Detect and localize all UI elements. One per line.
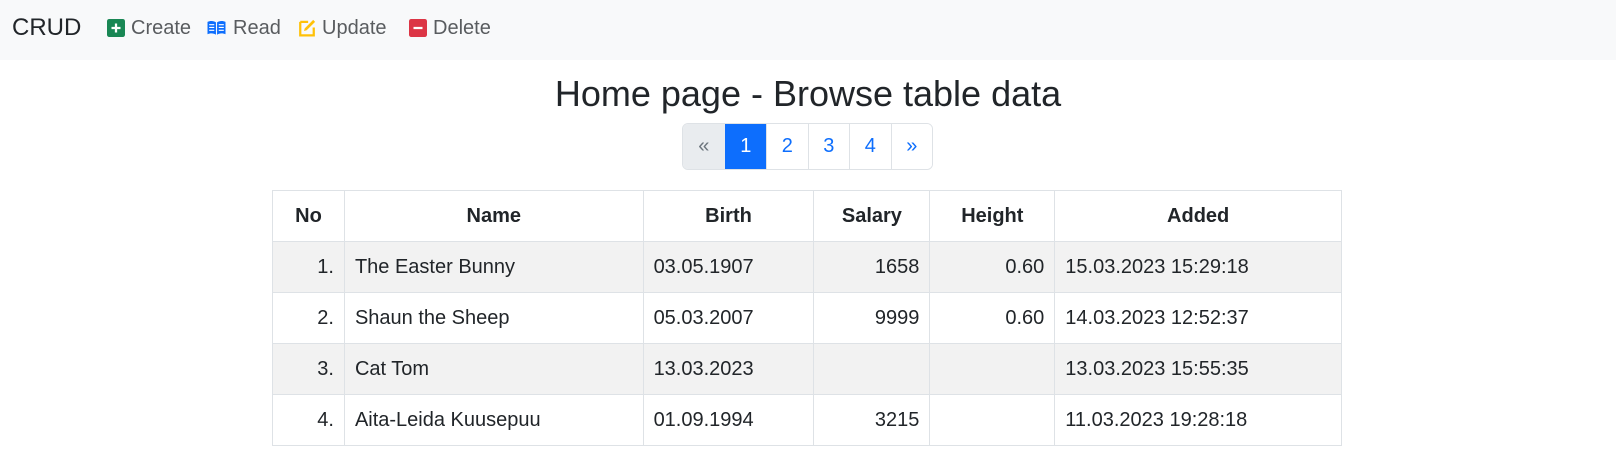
navbar: CRUD Create Read Update Delete [0, 0, 1616, 60]
nav-read-label: Read [233, 16, 281, 39]
pagination-prev[interactable]: « [683, 124, 725, 169]
cell-added: 13.03.2023 15:55:35 [1054, 343, 1342, 395]
column-header-no: No [272, 190, 345, 242]
column-header-salary: Salary [813, 190, 931, 242]
cell-salary: 1658 [813, 241, 931, 293]
data-table: No Name Birth Salary Height Added 1. The… [272, 190, 1342, 446]
nav-read-link[interactable]: Read [206, 16, 281, 40]
cell-height [929, 343, 1056, 395]
minus-square-icon [409, 19, 427, 37]
nav-create-label: Create [131, 16, 192, 39]
cell-name: Shaun the Sheep [343, 292, 644, 344]
cell-no: 3. [272, 343, 345, 395]
cell-height: 0.60 [929, 292, 1056, 344]
cell-name: The Easter Bunny [343, 241, 644, 293]
cell-salary: 3215 [813, 394, 931, 446]
cell-name: Cat Tom [343, 343, 644, 395]
table-row: 1. The Easter Bunny 03.05.1907 1658 0.60… [272, 241, 1342, 293]
pagination-page-3[interactable]: 3 [807, 124, 849, 169]
edit-icon [299, 19, 316, 37]
cell-birth: 13.03.2023 [642, 343, 815, 395]
cell-no: 4. [272, 394, 345, 446]
plus-square-icon [107, 19, 125, 37]
cell-birth: 03.05.1907 [642, 241, 815, 293]
page-title: Home page - Browse table data [554, 73, 1062, 114]
column-header-birth: Birth [642, 190, 815, 242]
cell-no: 2. [272, 292, 345, 344]
column-header-added: Added [1054, 190, 1342, 242]
nav-update-label: Update [322, 16, 387, 39]
cell-birth: 05.03.2007 [642, 292, 815, 344]
cell-birth: 01.09.1994 [642, 394, 815, 446]
column-header-name: Name [343, 190, 644, 242]
nav-delete-label: Delete [433, 16, 491, 39]
pagination: « 1 2 3 4 » [682, 123, 933, 170]
cell-salary: 9999 [813, 292, 931, 344]
book-open-icon [207, 21, 226, 35]
pagination-page-1[interactable]: 1 [724, 124, 766, 169]
table-row: 4. Aita-Leida Kuusepuu 01.09.1994 3215 1… [272, 394, 1342, 446]
cell-added: 11.03.2023 19:28:18 [1054, 394, 1342, 446]
table-row: 2. Shaun the Sheep 05.03.2007 9999 0.60 … [272, 292, 1342, 344]
table-header-row: No Name Birth Salary Height Added [272, 190, 1342, 242]
cell-height: 0.60 [929, 241, 1056, 293]
brand-link[interactable]: CRUD [12, 14, 81, 42]
column-header-height: Height [929, 190, 1056, 242]
cell-added: 15.03.2023 15:29:18 [1054, 241, 1342, 293]
nav-create-link[interactable]: Create [107, 16, 191, 40]
cell-height [929, 394, 1056, 446]
nav-update-link[interactable]: Update [298, 16, 387, 40]
pagination-next[interactable]: » [890, 124, 932, 169]
cell-added: 14.03.2023 12:52:37 [1054, 292, 1342, 344]
cell-no: 1. [272, 241, 345, 293]
pagination-page-4[interactable]: 4 [849, 124, 891, 169]
table-row: 3. Cat Tom 13.03.2023 13.03.2023 15:55:3… [272, 343, 1342, 395]
cell-salary [813, 343, 931, 395]
nav-delete-link[interactable]: Delete [409, 16, 491, 40]
pagination-page-2[interactable]: 2 [766, 124, 808, 169]
cell-name: Aita-Leida Kuusepuu [343, 394, 644, 446]
